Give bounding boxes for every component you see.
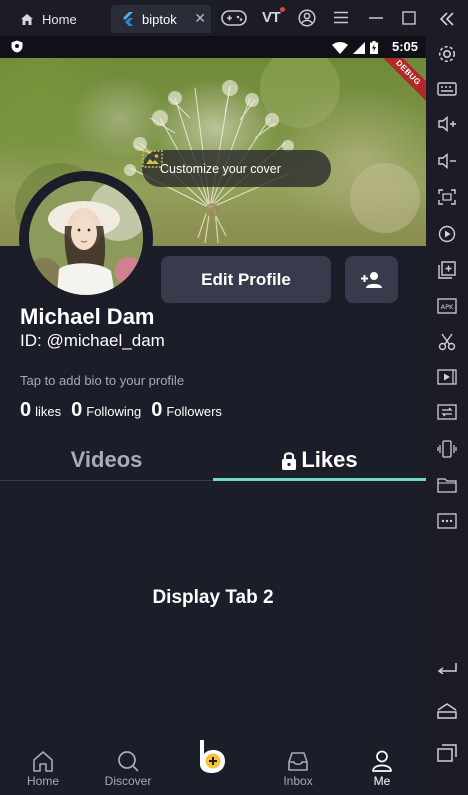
nav-inbox-label: Inbox xyxy=(283,774,313,788)
add-app-icon[interactable] xyxy=(435,258,459,282)
signal-icon xyxy=(353,41,365,54)
tab-likes[interactable]: Likes xyxy=(213,439,426,481)
tab-videos[interactable]: Videos xyxy=(0,439,213,481)
shake-icon[interactable] xyxy=(435,437,459,461)
nav-me-label: Me xyxy=(373,774,391,788)
image-icon xyxy=(142,150,163,168)
nav-home-label: Home xyxy=(26,774,59,788)
emulator-titlebar: Home biptok ✕ VT xyxy=(0,0,468,36)
create-icon xyxy=(200,740,225,773)
apk-icon[interactable]: APK xyxy=(435,294,459,318)
customize-cover-label: Customize your cover xyxy=(160,161,281,176)
wifi-icon xyxy=(332,41,348,54)
followers-label[interactable]: Followers xyxy=(166,404,222,419)
lock-icon xyxy=(282,451,297,470)
nav-home[interactable]: Home xyxy=(13,750,73,788)
app-tab-label: biptok xyxy=(142,11,177,27)
back-icon[interactable] xyxy=(435,655,459,679)
flutter-icon xyxy=(123,12,133,26)
home-icon xyxy=(33,751,53,772)
status-bar: 5:05 xyxy=(0,36,426,58)
tab-indicator xyxy=(213,478,426,481)
video-icon[interactable] xyxy=(435,365,459,389)
emulator-sidebar: APK xyxy=(426,0,468,795)
status-icons xyxy=(332,41,378,54)
more-icon[interactable] xyxy=(435,509,459,533)
phone-screen: 5:05 DEBUG Customize your cover Edit Pro… xyxy=(0,36,426,794)
volume-up-icon[interactable] xyxy=(435,112,459,136)
home-tab-label: Home xyxy=(42,11,77,27)
screenshot-icon[interactable] xyxy=(435,185,459,209)
battery-icon xyxy=(370,41,378,54)
nav-inbox[interactable]: Inbox xyxy=(268,750,328,788)
volume-down-icon[interactable] xyxy=(435,149,459,173)
maximize-icon[interactable] xyxy=(402,11,416,25)
nav-discover-label: Discover xyxy=(104,774,152,788)
settings-gear-icon[interactable] xyxy=(435,42,459,66)
edit-profile-button[interactable]: Edit Profile xyxy=(161,256,331,303)
app-tab[interactable]: biptok ✕ xyxy=(111,5,211,33)
home-tab[interactable]: Home xyxy=(0,5,110,33)
profile-user-id: ID: @michael_dam xyxy=(20,331,165,350)
menu-icon[interactable] xyxy=(333,11,349,24)
minimize-icon[interactable] xyxy=(369,17,383,19)
bottom-nav: Home Discover Inbox Me xyxy=(0,738,426,794)
record-icon[interactable] xyxy=(435,222,459,246)
profile-stats: 0 likes 0 Following 0 Followers xyxy=(20,399,232,422)
vt-badge[interactable]: VT xyxy=(262,7,286,26)
profile-tabs: Videos Likes xyxy=(0,439,426,481)
tab-content-label: Display Tab 2 xyxy=(152,587,274,608)
tab-videos-label: Videos xyxy=(70,447,143,472)
likes-label[interactable]: likes xyxy=(35,404,61,419)
notification-dot xyxy=(280,7,286,12)
person-icon xyxy=(372,750,392,772)
add-person-icon xyxy=(360,271,382,288)
tab-likes-label: Likes xyxy=(301,447,358,472)
add-friend-button[interactable] xyxy=(345,256,398,303)
customize-cover-button[interactable]: Customize your cover xyxy=(142,150,331,187)
folder-icon[interactable] xyxy=(435,473,459,497)
recents-icon[interactable] xyxy=(435,741,459,765)
sync-icon[interactable] xyxy=(435,400,459,424)
home-nav-icon[interactable] xyxy=(435,699,459,723)
followers-count: 0 xyxy=(151,399,163,421)
vt-label: VT xyxy=(262,9,281,26)
scissors-icon[interactable] xyxy=(435,330,459,354)
status-time: 5:05 xyxy=(391,39,418,54)
bio-placeholder[interactable]: Tap to add bio to your profile xyxy=(20,373,184,388)
nav-discover[interactable]: Discover xyxy=(98,750,158,788)
nav-me[interactable]: Me xyxy=(352,750,412,788)
shield-icon xyxy=(11,40,23,53)
avatar-photo xyxy=(29,181,143,295)
keyboard-icon[interactable] xyxy=(435,77,459,101)
following-count: 0 xyxy=(71,399,83,421)
svg-text:APK: APK xyxy=(441,303,454,311)
account-icon[interactable] xyxy=(298,9,316,27)
inbox-icon xyxy=(288,752,308,771)
nav-create[interactable] xyxy=(198,738,228,774)
home-icon xyxy=(21,13,33,25)
gamepad-icon[interactable] xyxy=(221,9,247,27)
close-tab-icon[interactable]: ✕ xyxy=(194,11,206,25)
search-icon xyxy=(118,751,139,772)
profile-name: Michael Dam xyxy=(20,304,155,329)
avatar[interactable] xyxy=(29,181,143,295)
collapse-sidebar-icon[interactable] xyxy=(435,7,459,31)
likes-count: 0 xyxy=(20,399,32,421)
following-label[interactable]: Following xyxy=(86,404,141,419)
